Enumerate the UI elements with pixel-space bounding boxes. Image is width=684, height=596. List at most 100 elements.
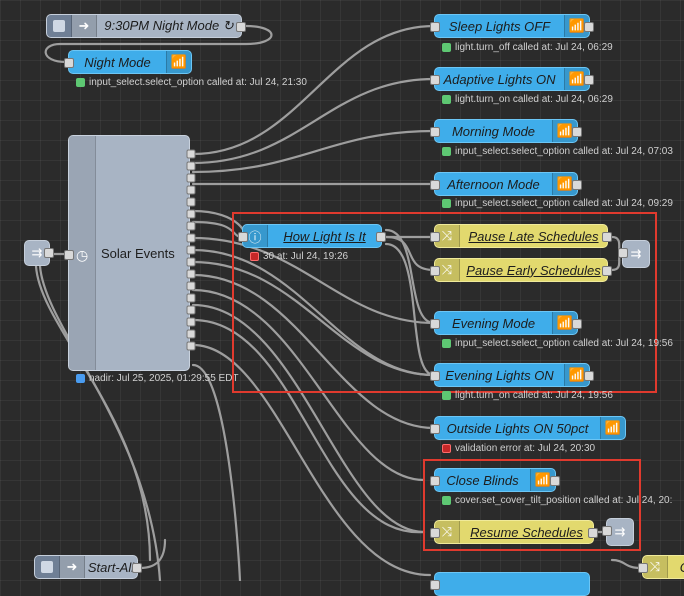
sleep-lights-node[interactable]: Sleep Lights OFF 📶 [430,14,594,38]
output-port[interactable] [602,266,612,276]
morning-mode-status: input_select.select_option called at: Ju… [442,146,673,157]
input-port[interactable] [430,22,440,32]
inject-night-mode-node[interactable]: ➜ 9:30PM Night Mode ↻ [46,14,246,38]
status-dot [442,147,451,156]
node-label: Morning Mode [451,123,536,139]
status-dot [442,339,451,348]
evening-lights-node[interactable]: Evening Lights ON 📶 [430,363,594,387]
status-dot [76,78,85,87]
input-port[interactable] [602,526,612,536]
output-port[interactable] [584,371,594,381]
link-out-node[interactable]: ⇉ [618,240,650,268]
solar-events-status: nadir: Jul 25, 2025, 01:29:55 EDT [76,373,239,384]
status-dot [442,43,451,52]
output-port[interactable] [602,232,612,242]
node-label: Start-All [87,559,135,575]
node-label: Evening Mode [451,315,536,331]
morning-mode-node[interactable]: Morning Mode 📶 [430,119,582,143]
status-text: light.turn_on called at: Jul 24, 06:29 [455,94,613,105]
input-port[interactable] [430,580,440,590]
status-dot [442,444,451,453]
status-text: input_select.select_option called at: Ju… [89,77,307,88]
inject-button[interactable] [35,556,60,578]
square-icon [53,20,65,32]
link-out-resume-node[interactable]: ⇉ [602,518,634,546]
output-port[interactable] [584,22,594,32]
wifi-router-icon: 📶 [600,417,625,439]
adaptive-lights-node[interactable]: Adaptive Lights ON 📶 [430,67,594,91]
output-port[interactable] [376,232,386,242]
close-blinds-status: cover.set_cover_tilt_position called at:… [442,495,672,506]
node-label: Resume Schedules [470,524,583,540]
status-dot [442,391,451,400]
node-label: Close Blinds [446,472,519,488]
node-label: Pause Early Schedules [466,262,601,278]
resume-schedules-node[interactable]: ⤨ Resume Schedules [430,520,598,544]
night-mode-node[interactable]: Night Mode 📶 [64,50,192,74]
afternoon-mode-node[interactable]: Afternoon Mode 📶 [430,172,582,196]
node-label: Afternoon Mode [447,176,540,192]
pause-late-schedules-node[interactable]: ⤨ Pause Late Schedules [430,224,612,248]
square-icon [41,561,53,573]
node-label: 9:30PM Night Mode ↻ [104,18,234,33]
input-port[interactable] [638,563,648,573]
outside-lights-status: validation error at: Jul 24, 20:30 [442,443,595,454]
output-port[interactable] [584,75,594,85]
status-text: cover.set_cover_tilt_position called at:… [455,495,673,506]
arrow-right-icon: ➜ [60,556,85,578]
status-dot [442,199,451,208]
input-port[interactable] [430,476,440,486]
node-label: Adaptive Lights ON [443,71,556,87]
status-dot [442,496,451,505]
output-port[interactable] [236,22,246,32]
output-port[interactable] [572,180,582,190]
output-port[interactable] [132,563,142,573]
input-port[interactable] [238,232,248,242]
input-port[interactable] [430,528,440,538]
start-all-node[interactable]: ➜ Start-All [34,555,142,579]
input-port[interactable] [618,248,628,258]
sleep-lights-status: light.turn_off called at: Jul 24, 06:29 [442,42,613,53]
solar-events-node[interactable]: ◷ Solar Events [64,135,190,371]
status-text: nadir: Jul 25, 2025, 01:29:55 EDT [89,373,239,384]
close-blinds-node[interactable]: Close Blinds 📶 [430,468,560,492]
output-port[interactable] [44,248,54,258]
link-in-node[interactable]: ⇉ [24,240,54,266]
how-light-node[interactable]: ⓘ How Light Is It [238,224,386,248]
node-label: Solar Events [101,246,175,261]
input-port[interactable] [430,266,440,276]
input-port[interactable] [430,232,440,242]
input-port[interactable] [430,180,440,190]
inject-button[interactable] [47,15,72,37]
status-dot [76,374,85,383]
input-port[interactable] [64,58,74,68]
node-label: C [668,560,684,575]
status-text: light.turn_off called at: Jul 24, 06:29 [455,42,613,53]
input-port[interactable] [430,319,440,329]
output-port[interactable] [572,127,582,137]
node-label: Pause Late Schedules [468,228,599,244]
node-label: How Light Is It [283,228,366,244]
input-port[interactable] [430,424,440,434]
output-port[interactable] [588,528,598,538]
node-label: Night Mode [84,54,151,70]
night-mode-status: input_select.select_option called at: Ju… [76,77,307,88]
evening-lights-status: light.turn_on called at: Jul 24, 19:56 [442,390,613,401]
node-label: Outside Lights ON 50pct [446,420,589,436]
input-port[interactable] [64,250,74,260]
partial-bottom-node[interactable] [430,572,590,596]
status-dot [250,252,259,261]
evening-mode-node[interactable]: Evening Mode 📶 [430,311,582,335]
node-label: Evening Lights ON [445,367,554,383]
input-port[interactable] [430,75,440,85]
output-port[interactable] [550,476,560,486]
pause-early-schedules-node[interactable]: ⤨ Pause Early Schedules [430,258,612,282]
status-text: input_select.select_option called at: Ju… [455,338,673,349]
output-port[interactable] [572,319,582,329]
input-port[interactable] [430,127,440,137]
outside-lights-node[interactable]: Outside Lights ON 50pct 📶 [430,416,626,440]
status-text: 30 at: Jul 24, 19:26 [263,251,349,262]
input-port[interactable] [430,371,440,381]
partial-switch-node[interactable]: ⤨ C [638,555,684,579]
status-text: input_select.select_option called at: Ju… [455,198,673,209]
